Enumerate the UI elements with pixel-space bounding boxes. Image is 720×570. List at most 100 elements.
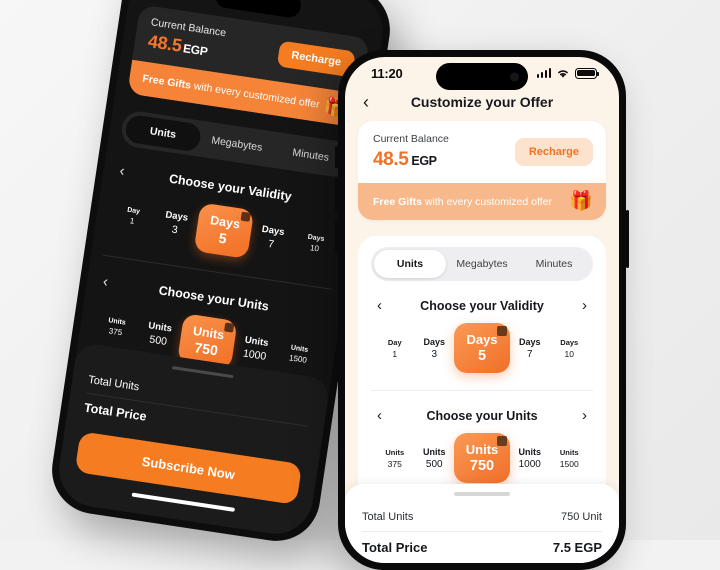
volume-down-button[interactable] (335, 220, 338, 254)
balance-card: Current Balance 48.5EGP Recharge Free Gi… (127, 4, 370, 128)
validity-option-value: 7 (526, 348, 533, 360)
free-gifts-rest: with every customized offer (190, 79, 321, 111)
tab-units[interactable]: Units (123, 113, 202, 153)
total-price-label: Total Price (83, 400, 148, 424)
units-option-value: 1000 (518, 458, 541, 470)
validity-option-3[interactable]: Days 3 (152, 207, 199, 238)
validity-option-3[interactable]: Days 3 (415, 337, 455, 360)
units-option-value: 375 (387, 458, 402, 469)
balance-label: Current Balance (373, 133, 449, 145)
category-tabs: Units Megabytes Minutes (371, 247, 593, 281)
units-title: Choose your Units (426, 408, 538, 423)
tab-minutes[interactable]: Minutes (518, 250, 590, 278)
validity-title: Choose your Validity (420, 298, 544, 313)
validity-option-value: 1 (392, 348, 398, 359)
units-option-1000[interactable]: Units 1000 (232, 333, 279, 364)
total-price-row: Total Price 7.5 EGP (362, 532, 602, 563)
total-units-label: Total Units (362, 511, 414, 523)
units-next-icon[interactable]: › (582, 408, 587, 423)
validity-option-7[interactable]: Days 7 (249, 222, 296, 253)
phone-light-screen: 11:20 ‹ Customize your Offer Current Bal… (345, 57, 619, 563)
validity-option-value: 3 (431, 348, 438, 360)
sheet-grabber[interactable] (171, 366, 234, 379)
tab-units[interactable]: Units (374, 250, 446, 278)
status-icons (536, 67, 599, 79)
dynamic-island (436, 63, 528, 90)
units-option-value: 500 (425, 458, 443, 470)
nav-bar: ‹ Customize your Offer (345, 87, 619, 121)
gift-icon: 🎁 (569, 191, 593, 212)
phone-light-content: Current Balance 48.5 EGP Recharge Free Gi… (345, 121, 619, 487)
units-option-375[interactable]: Units 375 (375, 448, 415, 469)
validity-option-1[interactable]: Day 1 (110, 204, 156, 228)
flame-badge-icon (224, 321, 235, 333)
validity-option-7[interactable]: Days 7 (510, 337, 550, 360)
balance-card-top: Current Balance 48.5EGP Recharge (358, 121, 606, 183)
tab-megabytes[interactable]: Megabytes (446, 250, 518, 278)
units-option-value: 750 (469, 458, 495, 474)
balance-number: 48.5 (146, 31, 184, 56)
total-units-label: Total Units (87, 373, 141, 394)
calendar-badge-icon (497, 326, 507, 336)
validity-option-5-selected[interactable]: Days 5 (454, 323, 510, 373)
balance-amount: 48.5EGP (373, 149, 449, 171)
total-price-label: Total Price (362, 540, 428, 555)
units-option-1500[interactable]: Units 1500 (276, 343, 322, 367)
total-units-row: Total Units 750 Unit (362, 503, 602, 531)
page-title: Customize your Offer (410, 94, 554, 110)
units-option-unit: Units (423, 446, 446, 457)
balance-info: Current Balance 48.5EGP (146, 16, 227, 63)
volume-up-button[interactable] (335, 178, 338, 212)
units-option-750-selected[interactable]: Units 750 (454, 433, 510, 483)
home-indicator (131, 492, 236, 512)
balance-currency: EGP (182, 41, 209, 59)
validity-next-icon[interactable]: › (582, 298, 587, 313)
validity-option-value: 5 (477, 348, 487, 364)
units-option-1500[interactable]: Units 1500 (550, 448, 590, 469)
front-camera-icon (510, 72, 519, 81)
silent-switch[interactable] (335, 146, 338, 168)
balance-card: Current Balance 48.5EGP Recharge Free Gi… (358, 121, 606, 220)
units-option-value: 1500 (559, 458, 579, 469)
units-option-500[interactable]: Units 500 (415, 447, 455, 470)
validity-option-unit: Days (423, 336, 445, 347)
validity-option-unit: Day (387, 337, 402, 347)
power-button[interactable] (626, 210, 629, 268)
balance-number: 48.5 (373, 149, 409, 170)
free-gifts-bold: Free Gifts (373, 195, 423, 208)
units-option-375[interactable]: Units 375 (93, 315, 139, 339)
validity-option-unit: Days (560, 337, 579, 347)
offer-panel: Units Megabytes Minutes ‹ Choose your Va… (358, 236, 606, 487)
validity-option-1[interactable]: Day 1 (375, 338, 415, 359)
flame-badge-icon (497, 436, 507, 446)
units-option-unit: Units (518, 446, 542, 457)
validity-option-10[interactable]: Days 10 (292, 232, 338, 256)
recharge-button[interactable]: Recharge (514, 138, 593, 166)
balance-currency: EGP (411, 154, 437, 168)
units-option-unit: Units (559, 447, 579, 457)
validity-options: Day 1 Days 3 Days 5 Days 7 Days 10 (371, 319, 593, 377)
units-option-unit: Units (385, 447, 405, 457)
total-price-value: 7.5 EGP (552, 540, 602, 555)
validity-section-header: ‹ Choose your Validity › (371, 298, 593, 313)
scene-background: Current Balance 48.5EGP Recharge Free Gi… (0, 0, 720, 570)
free-gifts-rest: with every customized offer (422, 195, 552, 208)
tab-megabytes[interactable]: Megabytes (198, 125, 276, 164)
units-option-500[interactable]: Units 500 (136, 318, 183, 349)
units-option-1000[interactable]: Units 1000 (510, 447, 550, 470)
back-button[interactable]: ‹ (363, 93, 383, 111)
validity-option-5-selected[interactable]: Days 5 (193, 201, 255, 259)
free-gifts-bold: Free Gifts (141, 72, 192, 92)
total-units-value: 750 Unit (561, 511, 602, 523)
status-bar: 11:20 (345, 57, 619, 90)
free-gifts-banner[interactable]: Free Gifts with every customized offer 🎁 (358, 183, 606, 220)
free-gifts-text: Free Gifts with every customized offer (373, 196, 552, 208)
units-options: Units 375 Units 500 Units 750 Units 1000… (371, 429, 593, 487)
section-divider (371, 390, 593, 391)
units-section-header: ‹ Choose your Units › (371, 408, 593, 423)
sheet-grabber[interactable] (454, 492, 510, 496)
calendar-badge-icon (240, 211, 251, 222)
battery-icon (575, 67, 599, 79)
validity-option-10[interactable]: Days 10 (550, 338, 590, 359)
cellular-signal-icon (536, 68, 551, 78)
